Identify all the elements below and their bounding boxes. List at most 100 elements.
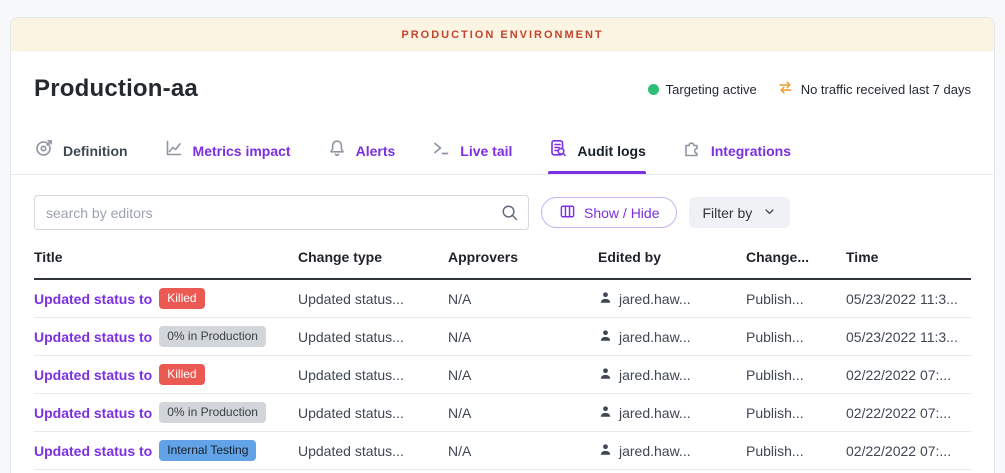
- swap-arrows-icon: [777, 79, 794, 99]
- puzzle-icon: [682, 138, 702, 163]
- chevron-down-icon: [762, 204, 777, 222]
- row-title-link[interactable]: Updated status to: [34, 405, 152, 421]
- tab-live-tail-label: Live tail: [460, 143, 512, 159]
- columns-icon: [559, 203, 576, 223]
- search-icon: [500, 203, 519, 227]
- person-icon: [598, 328, 613, 346]
- column-header-change: Change...: [746, 249, 846, 265]
- row-edited-by: jared.haw...: [598, 404, 746, 422]
- row-change: Publish...: [746, 329, 846, 345]
- table-body: Updated status to Killed Updated status.…: [34, 280, 971, 470]
- tab-bar: Definition Metrics impact Alerts: [11, 127, 994, 175]
- row-edited-by: jared.haw...: [598, 290, 746, 308]
- row-edited-by: jared.haw...: [598, 442, 746, 460]
- row-time: 02/22/2022 07:...: [846, 405, 973, 421]
- tab-integrations-label: Integrations: [711, 143, 791, 159]
- targeting-status: Targeting active: [648, 82, 757, 97]
- green-dot-icon: [648, 84, 659, 95]
- row-edited-by-label: jared.haw...: [619, 291, 691, 307]
- table-row[interactable]: Updated status to Killed Updated status.…: [34, 280, 971, 318]
- table-header-row: Title Change type Approvers Edited by Ch…: [34, 243, 971, 280]
- environment-banner-label: PRODUCTION ENVIRONMENT: [401, 29, 603, 41]
- status-group: Targeting active No traffic received las…: [648, 79, 971, 99]
- person-icon: [598, 404, 613, 422]
- person-icon: [598, 290, 613, 308]
- row-approvers: N/A: [448, 291, 598, 307]
- row-edited-by-label: jared.haw...: [619, 405, 691, 421]
- tab-live-tail[interactable]: Live tail: [431, 127, 512, 174]
- row-title-cell: Updated status to Killed: [34, 364, 298, 385]
- row-title-cell: Updated status to Killed: [34, 288, 298, 309]
- person-icon: [598, 442, 613, 460]
- status-badge: 0% in Production: [159, 326, 266, 347]
- tab-alerts[interactable]: Alerts: [327, 127, 396, 174]
- row-change: Publish...: [746, 291, 846, 307]
- row-change-type: Updated status...: [298, 367, 448, 383]
- row-title-link[interactable]: Updated status to: [34, 329, 152, 345]
- row-title-cell: Updated status to 0% in Production: [34, 402, 298, 423]
- terminal-icon: [431, 138, 451, 163]
- column-header-title: Title: [34, 249, 298, 265]
- page-title: Production-aa: [34, 75, 198, 103]
- person-icon: [598, 366, 613, 384]
- row-change-type: Updated status...: [298, 405, 448, 421]
- row-time: 02/22/2022 07:...: [846, 367, 973, 383]
- row-title-cell: Updated status to 0% in Production: [34, 326, 298, 347]
- row-change: Publish...: [746, 367, 846, 383]
- row-title-cell: Updated status to Internal Testing: [34, 440, 298, 461]
- status-badge: 0% in Production: [159, 402, 266, 423]
- table-row[interactable]: Updated status to Killed Updated status.…: [34, 356, 971, 394]
- column-header-edited-by: Edited by: [598, 249, 746, 265]
- tab-audit-logs[interactable]: Audit logs: [548, 127, 645, 174]
- row-change-type: Updated status...: [298, 329, 448, 345]
- row-edited-by-label: jared.haw...: [619, 443, 691, 459]
- filter-by-button[interactable]: Filter by: [689, 197, 790, 228]
- row-change: Publish...: [746, 443, 846, 459]
- show-hide-label: Show / Hide: [584, 205, 659, 221]
- row-title-link[interactable]: Updated status to: [34, 291, 152, 307]
- bell-icon: [327, 138, 347, 163]
- tab-definition[interactable]: Definition: [34, 127, 128, 174]
- row-approvers: N/A: [448, 329, 598, 345]
- table-row[interactable]: Updated status to 0% in Production Updat…: [34, 318, 971, 356]
- toolbar: Show / Hide Filter by: [11, 175, 994, 230]
- tab-metrics-impact-label: Metrics impact: [193, 143, 291, 159]
- status-badge: Killed: [159, 288, 204, 309]
- tab-audit-logs-label: Audit logs: [577, 143, 645, 159]
- show-hide-button[interactable]: Show / Hide: [541, 197, 677, 228]
- row-change-type: Updated status...: [298, 443, 448, 459]
- tab-definition-label: Definition: [63, 143, 128, 159]
- status-badge: Killed: [159, 364, 204, 385]
- row-title-link[interactable]: Updated status to: [34, 443, 152, 459]
- row-edited-by: jared.haw...: [598, 366, 746, 384]
- row-approvers: N/A: [448, 405, 598, 421]
- row-edited-by-label: jared.haw...: [619, 367, 691, 383]
- tab-metrics-impact[interactable]: Metrics impact: [164, 127, 291, 174]
- row-edited-by: jared.haw...: [598, 328, 746, 346]
- page-header: Production-aa Targeting active No traffi…: [11, 51, 994, 127]
- traffic-status: No traffic received last 7 days: [777, 79, 971, 99]
- target-icon: [34, 138, 54, 163]
- table-row[interactable]: Updated status to Internal Testing Updat…: [34, 432, 971, 470]
- environment-card: PRODUCTION ENVIRONMENT Production-aa Tar…: [10, 17, 995, 473]
- audit-log-icon: [548, 138, 568, 163]
- row-time: 02/22/2022 07:...: [846, 443, 973, 459]
- filter-by-label: Filter by: [702, 205, 752, 221]
- row-edited-by-label: jared.haw...: [619, 329, 691, 345]
- row-approvers: N/A: [448, 443, 598, 459]
- row-change: Publish...: [746, 405, 846, 421]
- row-time: 05/23/2022 11:3...: [846, 291, 973, 307]
- column-header-change-type: Change type: [298, 249, 448, 265]
- tab-integrations[interactable]: Integrations: [682, 127, 791, 174]
- row-time: 05/23/2022 11:3...: [846, 329, 973, 345]
- row-change-type: Updated status...: [298, 291, 448, 307]
- audit-log-table: Title Change type Approvers Edited by Ch…: [34, 243, 971, 470]
- search-input[interactable]: [34, 195, 529, 230]
- table-row[interactable]: Updated status to 0% in Production Updat…: [34, 394, 971, 432]
- search-wrap: [34, 195, 529, 230]
- traffic-status-label: No traffic received last 7 days: [801, 82, 971, 97]
- row-approvers: N/A: [448, 367, 598, 383]
- column-header-approvers: Approvers: [448, 249, 598, 265]
- row-title-link[interactable]: Updated status to: [34, 367, 152, 383]
- status-badge: Internal Testing: [159, 440, 256, 461]
